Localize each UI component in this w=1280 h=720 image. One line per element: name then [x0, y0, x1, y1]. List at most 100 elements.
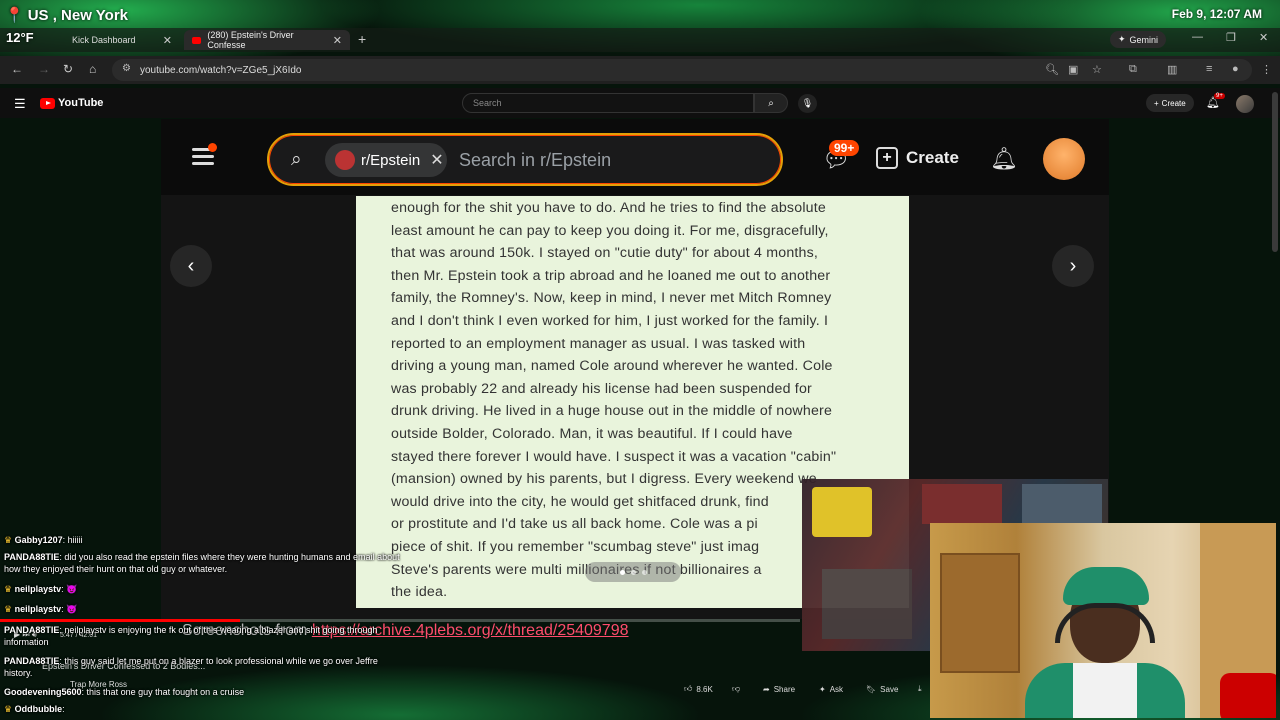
carousel-dots — [585, 562, 681, 582]
tab-youtube-video[interactable]: (280) Epstein's Driver Confesse ✕ — [184, 30, 350, 50]
badge-icon: ♛ — [4, 584, 13, 594]
webcam-feed — [930, 523, 1276, 718]
tab-kick-dashboard[interactable]: Kick Dashboard ✕ — [28, 30, 180, 50]
thumbs-up-icon: 👍︎ — [684, 684, 693, 693]
carousel-dot — [619, 569, 625, 575]
close-icon[interactable]: ✕ — [163, 34, 172, 47]
red-chair — [1220, 673, 1276, 718]
microphone-icon[interactable]: 🎙︎ — [798, 94, 817, 113]
location-pin-icon: 📍 — [5, 7, 24, 24]
post-line: family, the Romney's. Now, keep in mind,… — [391, 290, 832, 307]
video-progress-bar[interactable] — [0, 619, 800, 622]
post-line: least amount he can pay to keep you doin… — [391, 222, 829, 239]
chat-message: PANDA88TIE: neilplaystv is enjoying the … — [4, 625, 378, 647]
carousel-dot — [641, 569, 647, 575]
site-info-icon[interactable]: ⚙ — [122, 63, 131, 74]
url-field[interactable]: ⚙ youtube.com/watch?v=ZGe5_jX6Ido — [112, 59, 1252, 81]
bell-icon: 🔔︎ — [990, 146, 1018, 171]
plus-icon: + — [1154, 98, 1159, 108]
account-avatar[interactable] — [1236, 95, 1254, 113]
chat-message: Goodevening5600: this that one guy that … — [4, 687, 245, 697]
bookmark-star-icon[interactable]: ☆ — [1092, 63, 1102, 76]
sparkle-icon: ✦ — [819, 684, 826, 694]
save-icon: 🔖︎ — [866, 684, 877, 694]
next-image-arrow-icon: › — [1052, 245, 1094, 287]
streamer-shirt — [1025, 663, 1185, 718]
home-icon[interactable]: ⌂ — [89, 62, 96, 76]
previous-image-arrow-icon: ‹ — [170, 245, 212, 287]
youtube-logo[interactable]: YouTube — [40, 97, 103, 109]
chat-message: ♛ Oddbubble: — [4, 704, 65, 714]
more-menu-icon[interactable]: ⋮ — [1261, 63, 1272, 76]
collage-tile — [1022, 484, 1102, 524]
search-icon[interactable]: ⌕ — [754, 93, 788, 113]
save-button[interactable]: 🔖︎ Save — [866, 682, 898, 696]
chat-message: ♛ neilplaystv: 😈 — [4, 584, 78, 594]
post-line: was probably 22 and already his license … — [391, 380, 812, 397]
new-tab-icon[interactable]: + — [358, 31, 366, 47]
badge-icon: ♛ — [4, 704, 13, 714]
close-icon: ✕ — [430, 152, 444, 169]
location-overlay: 📍 US , New York — [5, 6, 128, 25]
dislike-button[interactable]: 👎︎ — [732, 682, 740, 696]
maximize-icon[interactable]: ❐ — [1226, 31, 1236, 44]
close-window-icon[interactable]: ✕ — [1259, 31, 1268, 44]
reddit-search-placeholder: Search in r/Epstein — [459, 150, 612, 170]
post-line: and I don't think I even worked for him,… — [391, 312, 829, 329]
plus-icon: + — [876, 147, 898, 169]
minimize-icon[interactable]: — — [1192, 31, 1203, 43]
channel-name[interactable]: Trap More Ross — [70, 680, 127, 689]
tab-label: Kick Dashboard — [72, 35, 136, 45]
ask-button[interactable]: ✦ Ask — [819, 682, 843, 696]
streamer — [1025, 563, 1185, 718]
zoom-icon[interactable]: 🔍︎ — [1045, 63, 1059, 76]
collage-tile — [812, 487, 872, 537]
youtube-favicon-icon — [192, 36, 202, 44]
badge-icon: ♛ — [4, 604, 13, 614]
post-line: driving a young man, named Cole around w… — [391, 358, 833, 375]
download-icon[interactable]: ⤓ — [918, 682, 922, 696]
thumbs-down-icon: 👎︎ — [732, 684, 741, 693]
youtube-create-button[interactable]: + Create — [1146, 94, 1194, 112]
post-line: that was around 150k. I stayed on "cutie… — [391, 245, 819, 262]
search-icon: ⌕ — [291, 149, 302, 170]
collage-tile — [822, 569, 912, 639]
reddit-create-button: + Create — [876, 147, 959, 169]
youtube-search-input[interactable]: Search — [462, 93, 754, 113]
chat-message: PANDA88TIE: did you also read the epstei… — [4, 552, 400, 574]
subreddit-chip: r/Epstein ✕ — [325, 143, 447, 177]
page-scrollbar[interactable] — [1272, 92, 1278, 252]
chat-message: PANDA88TIE: this guy said let me put on … — [4, 656, 378, 678]
notification-count-badge: 9+ — [1214, 93, 1225, 99]
datetime-text: Feb 9, 12:07 AM — [1171, 7, 1262, 21]
chat-message: ♛ Gabby1207: hiiiii — [4, 535, 83, 545]
share-button[interactable]: ➦ Share — [763, 682, 795, 696]
cabinet — [940, 553, 1020, 673]
post-line: stayed there forever I would have. I sus… — [391, 448, 837, 465]
like-button[interactable]: 👍︎ 8.6K — [684, 682, 713, 696]
location-text: US , New York — [27, 6, 128, 24]
youtube-play-icon — [40, 97, 55, 109]
sidepanel-icon[interactable]: ▥ — [1167, 63, 1177, 76]
extensions-icon[interactable]: ⧉ — [1129, 63, 1137, 76]
share-icon: ➦ — [763, 684, 770, 694]
post-line: outside Bolder, Colorado. Man, it was be… — [391, 425, 793, 442]
chat-badge: 99+ — [829, 140, 860, 156]
post-line: then Mr. Epstein took a trip abroad and … — [391, 267, 831, 284]
progress-fill — [0, 619, 240, 622]
carousel-dot — [630, 569, 636, 575]
close-icon[interactable]: ✕ — [333, 34, 342, 47]
gemini-button[interactable]: ✦ Gemini — [1110, 31, 1167, 48]
reddit-avatar — [1043, 138, 1085, 180]
profile-icon[interactable]: ● — [1232, 63, 1239, 75]
reload-icon[interactable]: ↻ — [63, 62, 73, 76]
temperature-text: 12°F — [6, 30, 34, 45]
back-icon[interactable]: ← — [11, 62, 23, 76]
forward-icon[interactable]: → — [38, 62, 50, 76]
hamburger-menu-icon[interactable]: ☰ — [14, 96, 26, 112]
sparkle-icon: ✦ — [1118, 34, 1126, 44]
cast-icon[interactable]: ▣ — [1068, 63, 1078, 76]
post-line: drunk driving. He lived in a huge house … — [391, 403, 833, 420]
collage-tile — [922, 484, 1002, 524]
reading-list-icon[interactable]: ≡ — [1206, 63, 1212, 75]
